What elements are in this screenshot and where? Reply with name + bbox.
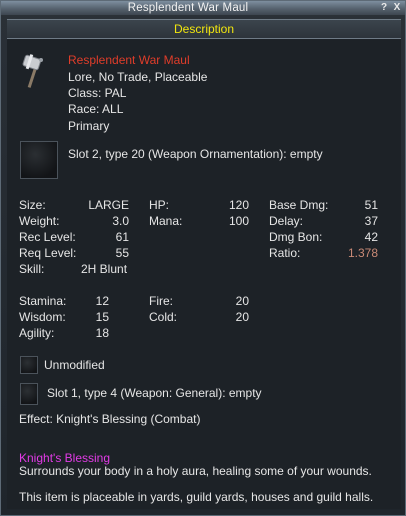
title-bar[interactable]: Resplendent War Maul ? X: [1, 1, 405, 16]
dmg-bon-label: Dmg Bon:: [269, 230, 323, 244]
ratio-value: 1.378: [347, 246, 378, 260]
item-display-window: Resplendent War Maul ? X Description Res…: [0, 0, 406, 516]
req-level-value: 55: [115, 246, 129, 260]
size-value: LARGE: [88, 198, 129, 212]
ornament-slot-text: Slot 2, type 20 (Weapon Ornamentation): …: [68, 147, 323, 161]
stamina-label: Stamina:: [19, 294, 67, 308]
item-class: Class: PAL: [68, 86, 127, 100]
help-button[interactable]: ?: [378, 2, 390, 13]
item-race: Race: ALL: [68, 102, 124, 116]
weight-value: 3.0: [112, 214, 129, 228]
delay-value: 37: [364, 214, 378, 228]
description-header: Description: [7, 19, 401, 39]
item-flags: Lore, No Trade, Placeable: [68, 70, 208, 84]
unmodified-label: Unmodified: [44, 358, 105, 372]
agility-label: Agility:: [19, 326, 55, 340]
mana-label: Mana:: [149, 214, 183, 228]
delay-label: Delay:: [269, 214, 304, 228]
base-dmg-label: Base Dmg:: [269, 198, 329, 212]
window-title: Resplendent War Maul: [127, 2, 249, 14]
item-description-panel: Resplendent War Maul Lore, No Trade, Pla…: [7, 39, 401, 509]
mana-value: 100: [228, 214, 249, 228]
blessing-title: Knight's Blessing: [19, 451, 111, 465]
agility-value: 18: [95, 326, 109, 340]
fire-label: Fire:: [149, 294, 173, 308]
war-maul-icon: [22, 54, 43, 88]
cold-value: 20: [235, 310, 249, 324]
ratio-label: Ratio:: [269, 246, 301, 260]
hp-label: HP:: [149, 198, 170, 212]
base-dmg-value: 51: [364, 198, 378, 212]
skill-label: Skill:: [19, 262, 45, 276]
ornament-slot-box[interactable]: [20, 141, 58, 179]
item-slot: Primary: [68, 119, 110, 133]
rec-level-value: 61: [115, 230, 129, 244]
close-button[interactable]: X: [391, 2, 403, 13]
req-level-label: Req Level:: [19, 246, 77, 260]
cold-label: Cold:: [149, 310, 178, 324]
description-label: Description: [173, 22, 235, 36]
fire-value: 20: [235, 294, 249, 308]
wisdom-label: Wisdom:: [19, 310, 66, 324]
wisdom-value: 15: [95, 310, 109, 324]
augment-slot-text: Slot 1, type 4 (Weapon: General): empty: [47, 386, 262, 400]
effect-text: Effect: Knight's Blessing (Combat): [19, 412, 201, 426]
augment-slot-box[interactable]: [20, 383, 38, 405]
blessing-description: Surrounds your body in a holy aura, heal…: [19, 464, 372, 478]
skill-value: 2H Blunt: [81, 262, 128, 276]
dmg-bon-value: 42: [364, 230, 378, 244]
rec-level-label: Rec Level:: [19, 230, 76, 244]
size-label: Size:: [19, 198, 46, 212]
evolve-slot-box[interactable]: [20, 356, 38, 374]
placeable-note: This item is placeable in yards, guild y…: [19, 490, 374, 504]
weight-label: Weight:: [19, 214, 60, 228]
hp-value: 120: [228, 198, 249, 212]
item-name: Resplendent War Maul: [68, 53, 190, 67]
stamina-value: 12: [95, 294, 109, 308]
